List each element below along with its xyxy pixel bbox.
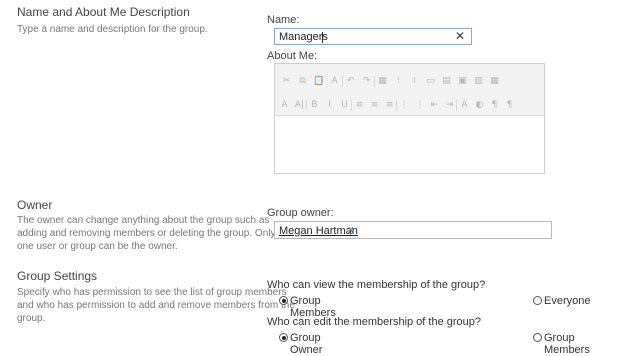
settings-desc-line: Specify who has permission to see the li… — [17, 287, 287, 298]
toolbar-icon[interactable]: ◐ — [474, 100, 485, 111]
about-me-label: About Me: — [267, 50, 318, 62]
toolbar-icon[interactable]: ≡ — [369, 100, 380, 111]
view-option-label: Everyone — [544, 295, 591, 307]
toolbar-icon[interactable]: ¶ — [489, 100, 500, 111]
name-section-description: Type a name and description for the grou… — [17, 24, 208, 35]
toolbar-separator — [456, 100, 457, 111]
owner-desc-line: adding and removing members or deleting … — [17, 228, 276, 239]
toolbar-icon[interactable]: 📋 — [313, 76, 324, 87]
toolbar-icon[interactable]: ⁞ — [409, 76, 420, 87]
toolbar-icon[interactable]: B — [309, 100, 320, 111]
about-me-editor[interactable]: ✂ ⧉ 📋 A ↶ ↷ ▦ ⁝ ⁞ ▭ ▤ ▣ ▥ ▦ A A| B I U ≡ ≡ ≡ ⋮ ⋮ ⇤ ⇥ A ◐ ¶ ¶ — [274, 63, 545, 174]
toolbar-icon[interactable]: ▣ — [457, 76, 468, 87]
toolbar-icon[interactable]: A — [329, 76, 340, 87]
owner-desc-line: one user or group can be the owner. — [17, 241, 178, 252]
toolbar-separator — [342, 76, 343, 87]
toolbar-icon[interactable]: ⇥ — [444, 100, 455, 111]
toolbar-icon[interactable]: ⧉ — [297, 76, 308, 87]
toolbar-icon[interactable]: ↷ — [361, 76, 372, 87]
toolbar-icon[interactable]: ▦ — [489, 76, 500, 87]
view-radio-everyone[interactable] — [533, 296, 542, 305]
toolbar-icon[interactable]: ⁝ — [393, 76, 404, 87]
text-caret — [322, 32, 323, 43]
edit-radio-group-members[interactable] — [533, 333, 542, 342]
toolbar-icon[interactable]: ⋮ — [414, 100, 425, 111]
settings-desc-line: group. — [17, 313, 46, 324]
edit-option-label: Group Members — [544, 332, 590, 356]
group-owner-label: Group owner: — [267, 207, 334, 219]
edit-radio-group-owner[interactable] — [279, 333, 288, 342]
toolbar-icon[interactable]: ⇤ — [429, 100, 440, 111]
owner-section-description: The owner can change anything about the … — [17, 214, 275, 253]
toolbar-icon[interactable]: ▦ — [377, 76, 388, 87]
name-label: Name: — [267, 14, 300, 26]
toolbar-icon[interactable]: ≡ — [384, 100, 395, 111]
owner-desc-line: The owner can change anything about the … — [17, 215, 270, 226]
name-field[interactable]: Managers ✕ — [274, 28, 472, 45]
toolbar-icon[interactable]: ≡ — [354, 100, 365, 111]
edit-option-label: Group Owner — [290, 332, 323, 356]
group-owner-field[interactable]: Megan Hartman x — [274, 221, 552, 239]
toolbar-separator — [351, 100, 352, 111]
view-radio-group-members[interactable] — [279, 296, 288, 305]
owner-person[interactable]: Megan Hartman — [279, 225, 358, 237]
remove-person-icon[interactable]: x — [348, 224, 354, 236]
toolbar-icon[interactable]: ▤ — [441, 76, 452, 87]
toolbar-icon[interactable]: A — [459, 100, 470, 111]
owner-section-title: Owner — [17, 198, 53, 212]
toolbar-icon[interactable]: A| — [294, 100, 305, 111]
toolbar-icon[interactable]: ¶ — [504, 100, 515, 111]
view-membership-question: Who can view the membership of the group… — [267, 279, 486, 291]
group-settings-title: Group Settings — [17, 269, 98, 283]
group-settings-description: Specify who has permission to see the li… — [17, 286, 295, 325]
toolbar-icon[interactable]: ↶ — [345, 76, 356, 87]
toolbar-icon[interactable]: A — [279, 100, 290, 111]
toolbar-icon[interactable]: U — [339, 100, 350, 111]
clear-icon[interactable]: ✕ — [455, 29, 465, 43]
toolbar-icon[interactable]: ▭ — [425, 76, 436, 87]
name-section-title: Name and About Me Description — [17, 5, 190, 19]
toolbar-separator — [396, 100, 397, 111]
toolbar-icon[interactable]: ⋮ — [399, 100, 410, 111]
toolbar-icon[interactable]: ✂ — [281, 76, 292, 87]
edit-membership-question: Who can edit the membership of the group… — [267, 316, 482, 328]
name-value: Managers — [279, 31, 328, 43]
toolbar-icon[interactable]: ▥ — [473, 76, 484, 87]
toolbar-icon[interactable]: I — [324, 100, 335, 111]
settings-desc-line: and who has permission to add and remove… — [17, 300, 295, 311]
toolbar-separator — [306, 100, 307, 111]
toolbar-separator — [374, 76, 375, 87]
